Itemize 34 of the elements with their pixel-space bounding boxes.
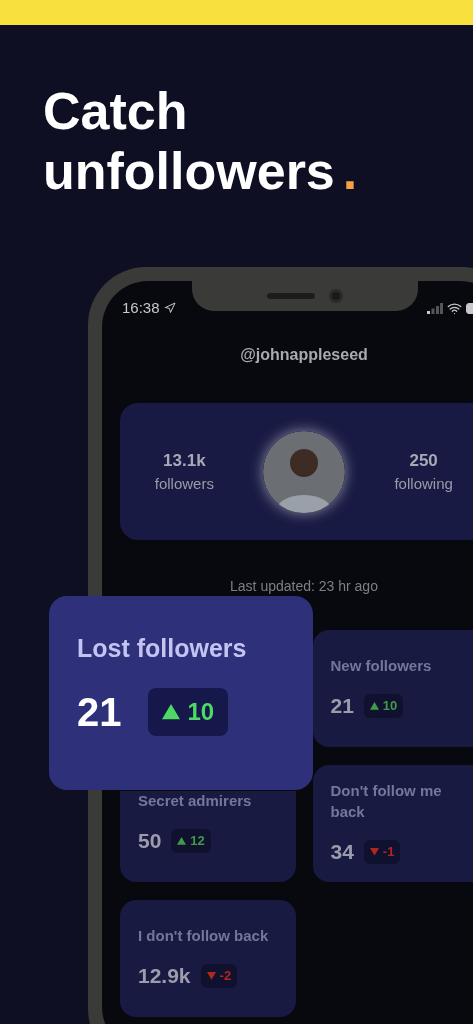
signal-icon <box>427 302 443 314</box>
stat-title: New followers <box>330 656 433 677</box>
stat-value: 50 <box>138 828 162 855</box>
featured-value: 21 <box>77 689 122 736</box>
stat-title: Secret admirers <box>138 791 253 812</box>
stat-card[interactable]: New followers 21 10 <box>312 630 473 747</box>
change-value: 12 <box>190 832 205 851</box>
wifi-icon <box>447 300 462 316</box>
followers-label: followers <box>154 474 214 494</box>
change-value: 10 <box>187 697 215 727</box>
headline-text: Catch unfollowers <box>43 82 335 200</box>
featured-card[interactable]: Lost followers 21 10 <box>49 596 313 790</box>
camera-icon <box>329 289 343 303</box>
stat-title: I don't follow back <box>138 926 270 947</box>
stat-value: 12.9k <box>138 963 191 990</box>
location-icon <box>163 302 176 314</box>
stat-card[interactable]: I don't follow back 12.9k -2 <box>120 900 296 1017</box>
stat-card[interactable]: Secret admirers 50 12 <box>120 791 296 882</box>
last-updated: Last updated: 23 hr ago <box>230 577 378 596</box>
stat-value: 21 <box>330 693 354 720</box>
speaker-icon <box>267 293 315 299</box>
change-value: -1 <box>382 842 395 861</box>
username: @johnappleseed <box>240 345 368 365</box>
featured-title: Lost followers <box>77 633 248 664</box>
stat-title: Don't follow me back <box>330 780 443 822</box>
followers-count: 13.1k <box>163 449 206 472</box>
status-time: 16:38 <box>122 297 160 318</box>
stat-card[interactable]: Don't follow me back 34 -1 <box>312 765 473 882</box>
change-value: 10 <box>382 697 398 716</box>
accent-dot: . <box>342 142 358 200</box>
change-value: -2 <box>219 967 232 986</box>
following-count: 250 <box>409 449 438 472</box>
stat-value: 34 <box>330 838 354 865</box>
following-label: following <box>394 474 453 494</box>
